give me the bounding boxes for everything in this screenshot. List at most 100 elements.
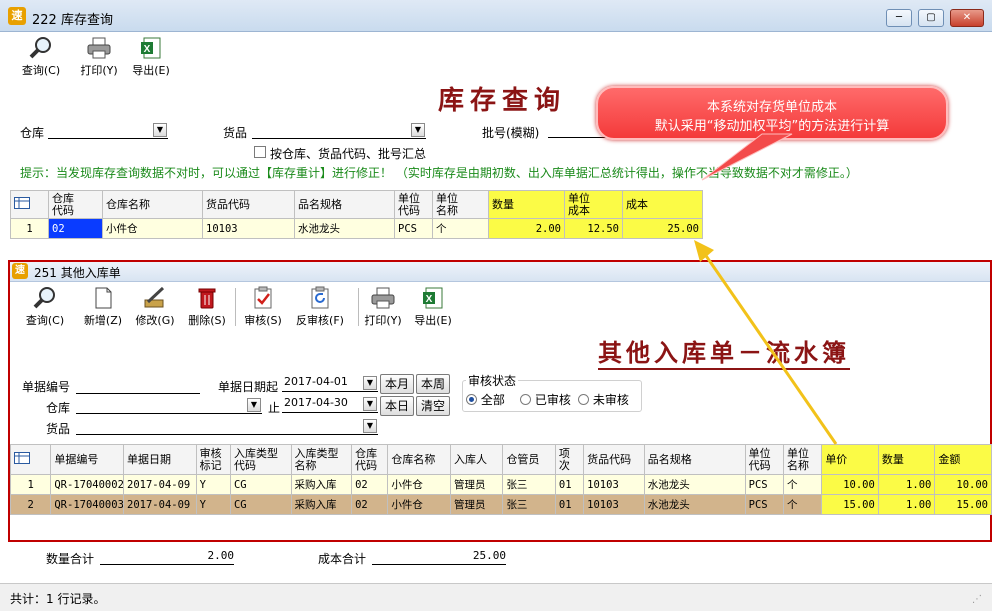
grid-cell[interactable]: 管理员 (449, 474, 504, 495)
col-header[interactable]: 仓库 代码 (48, 190, 103, 219)
grid-cell[interactable]: 管理员 (449, 494, 504, 515)
this-month-button[interactable]: 本月 (380, 374, 414, 394)
warehouse-select[interactable]: ▼ (48, 122, 168, 139)
col-header[interactable]: 单位 成本 (564, 190, 623, 219)
col-header[interactable]: 品名规格 (294, 190, 395, 219)
grid-cell[interactable]: 02 (351, 494, 389, 515)
inner-print-button[interactable]: 打印(Y) (360, 286, 406, 328)
grid-cell[interactable]: 10103 (583, 474, 645, 495)
col-header[interactable]: 单位 名称 (432, 190, 489, 219)
grid-cell[interactable]: 15.00 (821, 494, 879, 515)
grid-cell[interactable]: 2017-04-09 (123, 474, 197, 495)
grid-cell[interactable]: CG (229, 494, 292, 515)
grid-cell[interactable]: 水池龙头 (294, 218, 395, 239)
stock-grid[interactable]: 仓库 代码 仓库名称 货品代码 品名规格 单位 代码 单位 名称 数量 单位 成本 成本… (10, 190, 703, 239)
col-header[interactable]: 审核 标记 (195, 444, 231, 475)
warehouse-select-inner[interactable]: ▼ (76, 397, 262, 414)
grid-cell[interactable]: CG (229, 474, 292, 495)
col-header[interactable]: 入库类型 名称 (290, 444, 353, 475)
grid-cell[interactable]: 02 (48, 218, 103, 239)
inner-query-button[interactable]: 查询(C) (22, 286, 68, 328)
grid-cell[interactable]: 水池龙头 (643, 474, 746, 495)
audit-radio-all[interactable]: 全部 (466, 391, 505, 408)
date-to-picker[interactable]: 2017-04-30 ▼ (282, 396, 378, 413)
maximize-button[interactable]: ▢ (918, 9, 944, 27)
col-header[interactable]: 金额 (934, 444, 992, 475)
grid-cell[interactable]: QR-17040002 (50, 474, 125, 495)
date-from-picker[interactable]: 2017-04-01 ▼ (282, 375, 378, 392)
grid-cell[interactable]: PCS (744, 474, 784, 495)
today-button[interactable]: 本日 (380, 396, 414, 416)
grid-cell[interactable]: 2017-04-09 (123, 494, 197, 515)
grid-cell[interactable]: 个 (782, 494, 823, 515)
col-header[interactable]: 仓库名称 (387, 444, 451, 475)
grid-cell[interactable]: Y (195, 474, 231, 495)
export-button[interactable]: X 导出(E) (128, 36, 174, 78)
col-header[interactable]: 单位 代码 (744, 444, 784, 475)
group-checkbox[interactable] (254, 146, 266, 158)
grid-cell[interactable]: 02 (351, 474, 389, 495)
chevron-down-icon[interactable]: ▼ (411, 123, 425, 137)
col-header[interactable]: 数量 (877, 444, 936, 475)
grid-cell[interactable]: 2.00 (488, 218, 565, 239)
radio-icon[interactable] (520, 394, 531, 405)
grid-cell[interactable]: 小件仓 (387, 494, 451, 515)
audit-radio-approved[interactable]: 已审核 (520, 391, 571, 408)
close-button[interactable]: ✕ (950, 9, 984, 27)
grid-cell[interactable]: 01 (554, 474, 585, 495)
minimize-button[interactable]: ─ (886, 9, 912, 27)
col-header[interactable]: 单据日期 (123, 444, 197, 475)
col-header[interactable]: 单位 代码 (394, 190, 433, 219)
approve-button[interactable]: 审核(S) (240, 286, 286, 328)
table-row[interactable]: 1 QR-17040002 2017-04-09 Y CG 采购入库 02 小件… (9, 474, 992, 495)
resize-grip-icon[interactable]: ⋰ (972, 594, 986, 608)
col-header[interactable]: 单据编号 (50, 444, 125, 475)
radio-selected-icon[interactable] (466, 394, 477, 405)
grid-cell[interactable]: 15.00 (934, 494, 992, 515)
grid-cell[interactable]: 采购入库 (290, 474, 353, 495)
grid-cell[interactable]: 10103 (202, 218, 295, 239)
chevron-down-icon[interactable]: ▼ (363, 419, 377, 433)
chevron-down-icon[interactable]: ▼ (363, 376, 377, 390)
table-row[interactable]: 1 02 小件仓 10103 水池龙头 PCS 个 2.00 12.50 25.… (10, 218, 703, 239)
grid-cell[interactable]: 10.00 (934, 474, 992, 495)
col-header[interactable]: 仓库名称 (102, 190, 203, 219)
grid-cell[interactable]: PCS (394, 218, 433, 239)
grid-cell[interactable]: 10.00 (821, 474, 879, 495)
grid-cell[interactable]: PCS (744, 494, 784, 515)
grid-cell[interactable]: 小件仓 (387, 474, 451, 495)
stockin-grid[interactable]: 单据编号 单据日期 审核 标记 入库类型 代码 入库类型 名称 仓库 代码 仓库名称 入… (9, 444, 992, 515)
clear-button[interactable]: 清空 (416, 396, 450, 416)
query-button[interactable]: 查询(C) (18, 36, 64, 78)
grid-cell[interactable]: 采购入库 (290, 494, 353, 515)
grid-cell[interactable]: 10103 (583, 494, 645, 515)
grid-cell[interactable]: 个 (432, 218, 489, 239)
grid-cell[interactable]: Y (195, 494, 231, 515)
new-button[interactable]: 新增(Z) (80, 286, 126, 328)
chevron-down-icon[interactable]: ▼ (153, 123, 167, 137)
grid-cell[interactable]: 01 (554, 494, 585, 515)
goods-select-inner[interactable]: ▼ (76, 418, 378, 435)
grid-cell[interactable]: 1.00 (877, 494, 936, 515)
col-header[interactable]: 单位 名称 (782, 444, 823, 475)
print-button[interactable]: 打印(Y) (76, 36, 122, 78)
this-week-button[interactable]: 本周 (416, 374, 450, 394)
grid-cell[interactable]: 个 (782, 474, 823, 495)
chevron-down-icon[interactable]: ▼ (363, 397, 377, 411)
grid-cell[interactable]: 水池龙头 (643, 494, 746, 515)
col-header[interactable]: 项次 (554, 444, 585, 475)
grid-cell[interactable]: 1.00 (877, 474, 936, 495)
goods-select[interactable]: ▼ (252, 122, 426, 139)
edit-button[interactable]: 修改(G) (132, 286, 178, 328)
col-header[interactable]: 成本 (622, 190, 703, 219)
col-header[interactable]: 入库人 (449, 444, 504, 475)
inner-export-button[interactable]: X 导出(E) (410, 286, 456, 328)
col-header[interactable]: 数量 (488, 190, 565, 219)
col-header[interactable]: 仓管员 (502, 444, 556, 475)
grid-cell[interactable]: 25.00 (622, 218, 703, 239)
col-header[interactable]: 货品代码 (202, 190, 295, 219)
chevron-down-icon[interactable]: ▼ (247, 398, 261, 412)
grid-cell[interactable]: QR-17040003 (50, 494, 125, 515)
grid-cell[interactable]: 12.50 (564, 218, 623, 239)
grid-cell[interactable]: 小件仓 (102, 218, 203, 239)
